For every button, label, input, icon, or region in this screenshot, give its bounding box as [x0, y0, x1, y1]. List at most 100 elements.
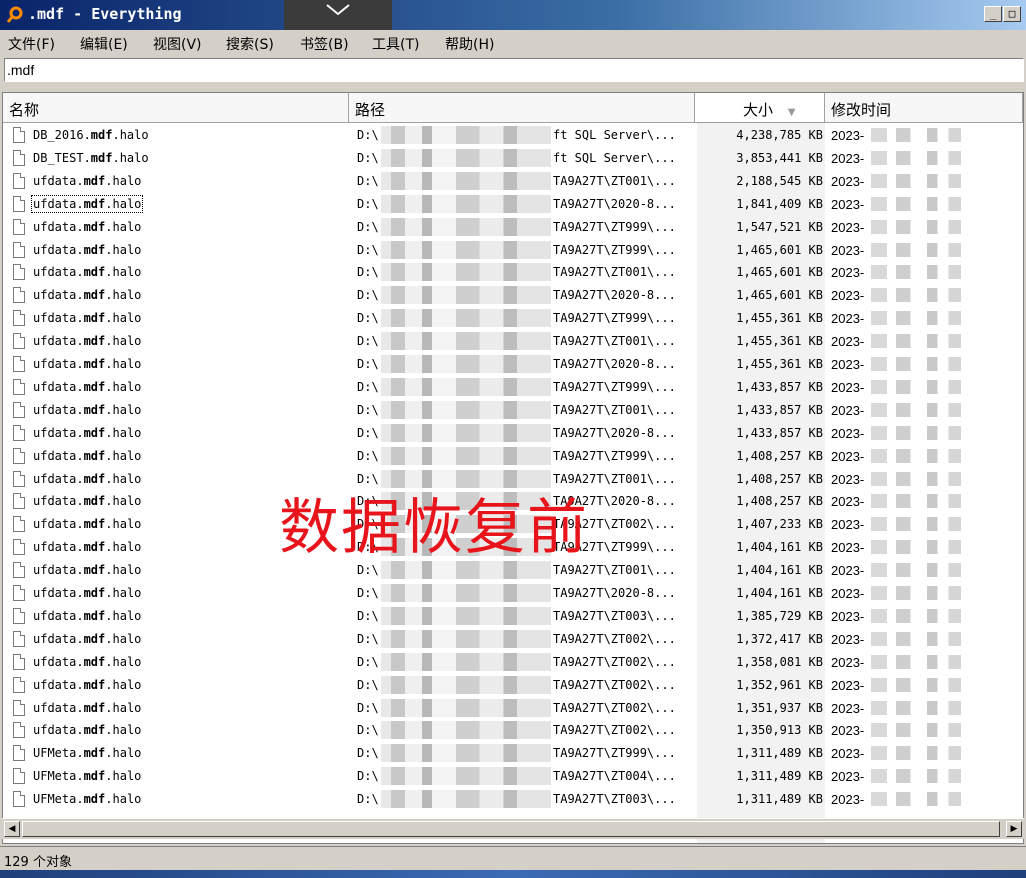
- file-modified-date: 2023-: [831, 265, 865, 281]
- table-row[interactable]: ufdata.mdf.halo D:\ TA9A27T\2020-8... 1,465…: [3, 285, 1023, 308]
- redacted-path: [381, 698, 551, 717]
- file-icon: [13, 447, 25, 464]
- table-row[interactable]: ufdata.mdf.halo D:\ TA9A27T\ZT001\... 2,188…: [3, 171, 1023, 194]
- file-size: 1,311,489 KB: [736, 746, 823, 761]
- table-row[interactable]: ufdata.mdf.halo D:\ TA9A27T\ZT999\... 1,465…: [3, 240, 1023, 263]
- redacted-path: [381, 584, 551, 602]
- file-name-match: mdf: [83, 494, 106, 509]
- redacted-path: [381, 332, 551, 351]
- table-row[interactable]: ufdata.mdf.halo D:\ TA9A27T\ZT002\... 1,352…: [3, 675, 1023, 698]
- file-icon: [13, 310, 25, 327]
- table-row[interactable]: ufdata.mdf.halo D:\ TA9A27T\ZT002\... 1,358…: [3, 652, 1023, 675]
- table-row[interactable]: ufdata.mdf.halo D:\ TA9A27T\2020-8... 1,404…: [3, 583, 1023, 606]
- file-size: 1,404,161 KB: [736, 540, 823, 555]
- menu-file[interactable]: 文件(F): [8, 34, 55, 54]
- menu-search[interactable]: 搜索(S): [226, 34, 274, 54]
- file-size: 1,433,857 KB: [736, 379, 823, 394]
- scroll-thumb[interactable]: [22, 821, 1000, 837]
- table-row[interactable]: DB_2016.mdf.halo D:\ ft SQL Server\... 4,23…: [3, 125, 1023, 148]
- file-icon: [13, 699, 25, 716]
- minimize-button[interactable]: _: [984, 6, 1002, 22]
- table-row[interactable]: ufdata.mdf.halo D:\ TA9A27T\ZT001\... 1,465…: [3, 262, 1023, 285]
- table-row[interactable]: ufdata.mdf.halo D:\ TA9A27T\2020-8... 1,433…: [3, 423, 1023, 446]
- file-name-prefix: ufdata.: [33, 425, 84, 440]
- column-header-name[interactable]: 名称: [3, 93, 349, 123]
- file-path-drive: D:\: [357, 196, 379, 211]
- file-path-drive: D:\: [357, 448, 379, 463]
- table-row[interactable]: ufdata.mdf.halo D:\ TA9A27T\ZT003\... 1,385…: [3, 606, 1023, 629]
- file-name: ufdata.mdf.halo: [33, 426, 141, 440]
- file-name: UFMeta.mdf.halo: [33, 792, 141, 806]
- file-modified-date: 2023-: [831, 517, 865, 533]
- file-name-match: mdf: [83, 586, 106, 600]
- scroll-left-arrow-icon[interactable]: ◀: [4, 821, 20, 837]
- table-row[interactable]: DB_TEST.mdf.halo D:\ ft SQL Server\... 3,85…: [3, 148, 1023, 171]
- maximize-button[interactable]: □: [1003, 6, 1021, 22]
- file-name: ufdata.mdf.halo: [33, 655, 141, 669]
- menu-view[interactable]: 视图(V): [153, 34, 202, 54]
- file-name-prefix: ufdata.: [33, 219, 84, 234]
- file-name-suffix: .halo: [105, 540, 142, 555]
- table-row[interactable]: ufdata.mdf.halo D:\ TA9A27T\ZT002\... 1,351…: [3, 698, 1023, 721]
- file-name-suffix: .halo: [105, 654, 142, 669]
- file-name-prefix: ufdata.: [33, 288, 84, 303]
- file-name-match: mdf: [83, 334, 106, 349]
- table-row[interactable]: ufdata.mdf.halo D:\ TA9A27T\ZT002\... 1,350…: [3, 720, 1023, 743]
- file-name-match: mdf: [83, 311, 106, 326]
- status-bar: 129 个对象: [0, 846, 1026, 871]
- table-row[interactable]: ufdata.mdf.halo D:\ TA9A27T\ZT001\... 1,455…: [3, 331, 1023, 354]
- scroll-right-arrow-icon[interactable]: ▶: [1006, 821, 1022, 837]
- file-icon: [13, 127, 25, 143]
- file-size: 1,465,601 KB: [736, 242, 823, 257]
- file-path-drive: D:\: [357, 746, 379, 761]
- file-name-prefix: ufdata.: [33, 173, 84, 188]
- file-name-prefix: UFMeta.: [33, 792, 84, 807]
- redacted-date: [871, 357, 961, 371]
- table-row[interactable]: ufdata.mdf.halo D:\ TA9A27T\2020-8... 1,841…: [3, 194, 1023, 217]
- table-row[interactable]: ufdata.mdf.halo D:\ TA9A27T\ZT999\... 1,433…: [3, 377, 1023, 400]
- table-row[interactable]: UFMeta.mdf.halo D:\ TA9A27T\ZT003\... 1,311…: [3, 789, 1023, 812]
- redacted-path: [381, 194, 551, 213]
- file-name-match: mdf: [83, 379, 106, 394]
- table-row[interactable]: ufdata.mdf.halo D:\ TA9A27T\ZT002\... 1,372…: [3, 629, 1023, 652]
- column-header-path[interactable]: 路径: [349, 93, 695, 123]
- overlay-dropdown-tab[interactable]: [284, 0, 392, 30]
- file-name-prefix: ufdata.: [33, 608, 84, 623]
- file-path-tail: TA9A27T\ZT002\...: [553, 654, 676, 669]
- table-row[interactable]: ufdata.mdf.halo D:\ TA9A27T\ZT001\... 1,433…: [3, 400, 1023, 423]
- horizontal-scrollbar[interactable]: ◀ ▶: [2, 818, 1024, 839]
- file-name-match: mdf: [83, 769, 106, 784]
- table-row[interactable]: UFMeta.mdf.halo D:\ TA9A27T\ZT004\... 1,311…: [3, 766, 1023, 789]
- file-icon: [13, 562, 25, 579]
- menu-help[interactable]: 帮助(H): [445, 34, 494, 54]
- file-icon: [13, 653, 25, 670]
- search-input[interactable]: [7, 61, 1007, 79]
- file-icon: [13, 333, 25, 350]
- redacted-path: [381, 217, 551, 236]
- table-row[interactable]: UFMeta.mdf.halo D:\ TA9A27T\ZT999\... 1,311…: [3, 743, 1023, 766]
- file-name: ufdata.mdf.halo: [33, 243, 141, 257]
- column-header-modified[interactable]: 修改时间: [825, 93, 1023, 123]
- results-list: 名称 路径 大小 ▼ 修改时间 DB_2016.mdf.halo D:\ ft SQ…: [2, 92, 1024, 844]
- table-row[interactable]: ufdata.mdf.halo D:\ TA9A27T\ZT999\... 1,408…: [3, 446, 1023, 469]
- menu-bookmarks[interactable]: 书签(B): [300, 34, 349, 54]
- search-box: [4, 58, 1024, 82]
- file-name-suffix: .halo: [112, 150, 149, 165]
- menu-tools[interactable]: 工具(T): [372, 34, 419, 54]
- redacted-path: [381, 675, 551, 694]
- file-path-tail: TA9A27T\2020-8...: [553, 288, 676, 303]
- file-size: 1,433,857 KB: [736, 402, 823, 417]
- file-size: 1,385,729 KB: [736, 608, 823, 623]
- file-size: 1,841,409 KB: [736, 196, 823, 211]
- table-row[interactable]: ufdata.mdf.halo D:\ TA9A27T\ZT999\... 1,547…: [3, 217, 1023, 240]
- file-name-match: mdf: [83, 265, 106, 280]
- table-row[interactable]: ufdata.mdf.halo D:\ TA9A27T\2020-8... 1,455…: [3, 354, 1023, 377]
- redacted-path: [381, 240, 551, 259]
- file-name-suffix: .halo: [105, 631, 142, 646]
- file-name-suffix: .halo: [105, 494, 142, 509]
- table-row[interactable]: ufdata.mdf.halo D:\ TA9A27T\ZT999\... 1,455…: [3, 308, 1023, 331]
- menu-edit[interactable]: 编辑(E): [80, 34, 128, 54]
- file-icon: [13, 172, 25, 189]
- file-path-drive: D:\: [357, 769, 379, 784]
- column-header-size[interactable]: 大小 ▼: [695, 93, 825, 123]
